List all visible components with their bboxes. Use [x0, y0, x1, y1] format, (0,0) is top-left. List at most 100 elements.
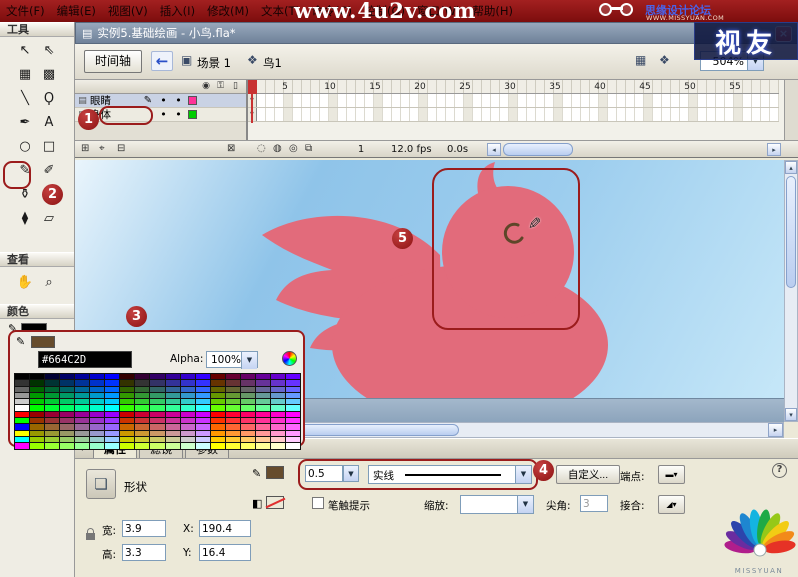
palette-swatch[interactable]	[210, 392, 225, 399]
custom-stroke-button[interactable]: 自定义...	[556, 465, 620, 484]
palette-swatch[interactable]	[180, 392, 195, 399]
palette-swatch[interactable]	[30, 405, 45, 411]
palette-swatch[interactable]	[180, 430, 195, 436]
palette-swatch[interactable]	[225, 411, 240, 418]
palette-swatch[interactable]	[105, 392, 120, 399]
palette-swatch[interactable]	[180, 443, 195, 449]
palette-swatch[interactable]	[150, 436, 165, 443]
palette-swatch[interactable]	[210, 386, 225, 392]
palette-swatch[interactable]	[150, 380, 165, 386]
palette-swatch[interactable]	[165, 424, 180, 430]
palette-swatch[interactable]	[285, 380, 300, 386]
palette-swatch[interactable]	[165, 399, 180, 405]
palette-swatch[interactable]	[60, 405, 75, 411]
palette-swatch[interactable]	[240, 392, 255, 399]
palette-swatch[interactable]	[240, 418, 255, 424]
timeline-panel-button[interactable]: 时间轴	[84, 50, 142, 73]
layer-visibility-dot[interactable]: •	[156, 95, 171, 106]
palette-swatch[interactable]	[135, 418, 150, 424]
palette-swatch[interactable]	[30, 430, 45, 436]
timeline-frames-area[interactable]: 5 10 15 20 25 30 35 40 45 50 55 ••	[248, 80, 784, 140]
palette-swatch[interactable]	[75, 405, 90, 411]
palette-swatch[interactable]	[120, 386, 135, 392]
palette-swatch[interactable]	[120, 380, 135, 386]
palette-swatch[interactable]	[195, 386, 210, 392]
palette-swatch[interactable]	[45, 392, 60, 399]
palette-swatch[interactable]	[225, 430, 240, 436]
palette-swatch[interactable]	[270, 405, 285, 411]
palette-swatch[interactable]	[285, 399, 300, 405]
palette-swatch[interactable]	[30, 443, 45, 449]
palette-swatch[interactable]	[105, 380, 120, 386]
palette-swatch[interactable]	[105, 405, 120, 411]
palette-swatch[interactable]	[120, 411, 135, 418]
stroke-hinting-checkbox[interactable]	[312, 497, 324, 509]
edit-symbol-icon[interactable]: ❖	[659, 53, 670, 67]
layer-lock-dot[interactable]: •	[171, 109, 186, 120]
palette-swatch[interactable]	[60, 380, 75, 386]
palette-swatch[interactable]	[105, 411, 120, 418]
palette-swatch[interactable]	[285, 392, 300, 399]
onion-skin-outline-icon[interactable]: ◎	[289, 143, 298, 154]
palette-swatch[interactable]	[165, 392, 180, 399]
palette-swatch[interactable]	[75, 430, 90, 436]
palette-swatch[interactable]	[15, 443, 30, 449]
palette-swatch[interactable]	[180, 380, 195, 386]
menu-item[interactable]: 插入(I)	[154, 3, 201, 19]
palette-swatch[interactable]	[240, 399, 255, 405]
palette-swatch[interactable]	[240, 374, 255, 380]
stroke-height-input[interactable]	[305, 465, 343, 482]
palette-swatch[interactable]	[165, 436, 180, 443]
stroke-style-dropdown-arrow[interactable]: ▼	[515, 466, 531, 483]
timeline-scrollbar[interactable]	[784, 80, 798, 140]
palette-swatch[interactable]	[285, 405, 300, 411]
palette-swatch[interactable]	[165, 405, 180, 411]
color-wheel-button[interactable]	[282, 351, 297, 366]
palette-swatch[interactable]	[60, 436, 75, 443]
palette-swatch[interactable]	[90, 374, 105, 380]
palette-swatch[interactable]	[15, 386, 30, 392]
palette-swatch[interactable]	[105, 424, 120, 430]
palette-swatch[interactable]	[45, 443, 60, 449]
palette-swatch[interactable]	[75, 411, 90, 418]
palette-swatch[interactable]	[255, 436, 270, 443]
palette-swatch[interactable]	[90, 380, 105, 386]
palette-swatch[interactable]	[30, 424, 45, 430]
palette-swatch[interactable]	[210, 405, 225, 411]
palette-swatch[interactable]	[285, 424, 300, 430]
miter-input[interactable]	[580, 495, 608, 512]
palette-swatch[interactable]	[45, 411, 60, 418]
palette-swatch[interactable]	[180, 411, 195, 418]
palette-swatch[interactable]	[30, 374, 45, 380]
palette-swatch[interactable]	[195, 443, 210, 449]
palette-swatch[interactable]	[15, 374, 30, 380]
palette-swatch[interactable]	[150, 418, 165, 424]
palette-swatch[interactable]	[270, 418, 285, 424]
palette-swatch[interactable]	[195, 436, 210, 443]
stroke-height-dropdown-arrow[interactable]: ▼	[343, 465, 359, 482]
palette-swatch[interactable]	[150, 430, 165, 436]
palette-swatch[interactable]	[255, 380, 270, 386]
palette-swatch[interactable]	[75, 424, 90, 430]
palette-swatch[interactable]	[75, 443, 90, 449]
palette-swatch[interactable]	[180, 418, 195, 424]
palette-swatch[interactable]	[135, 392, 150, 399]
palette-swatch[interactable]	[105, 374, 120, 380]
vertical-scrollbar[interactable]: ▴ ▾	[784, 160, 798, 422]
scroll-right-arrow[interactable]: ▸	[768, 423, 783, 437]
stroke-color-chip[interactable]	[266, 466, 284, 479]
brush-tool[interactable]: ✐	[37, 158, 61, 182]
palette-swatch[interactable]	[165, 411, 180, 418]
palette-swatch[interactable]	[270, 436, 285, 443]
palette-swatch[interactable]	[150, 405, 165, 411]
outline-column-icon[interactable]: ▯	[233, 81, 238, 91]
palette-swatch[interactable]	[90, 443, 105, 449]
zoom-tool[interactable]: ⌕	[37, 270, 61, 294]
palette-swatch[interactable]	[15, 424, 30, 430]
palette-swatch[interactable]	[255, 411, 270, 418]
stroke-style-combo[interactable]: 实线 ▼	[368, 465, 532, 484]
palette-swatch[interactable]	[135, 424, 150, 430]
palette-swatch[interactable]	[240, 380, 255, 386]
palette-swatch[interactable]	[150, 386, 165, 392]
palette-swatch[interactable]	[180, 399, 195, 405]
